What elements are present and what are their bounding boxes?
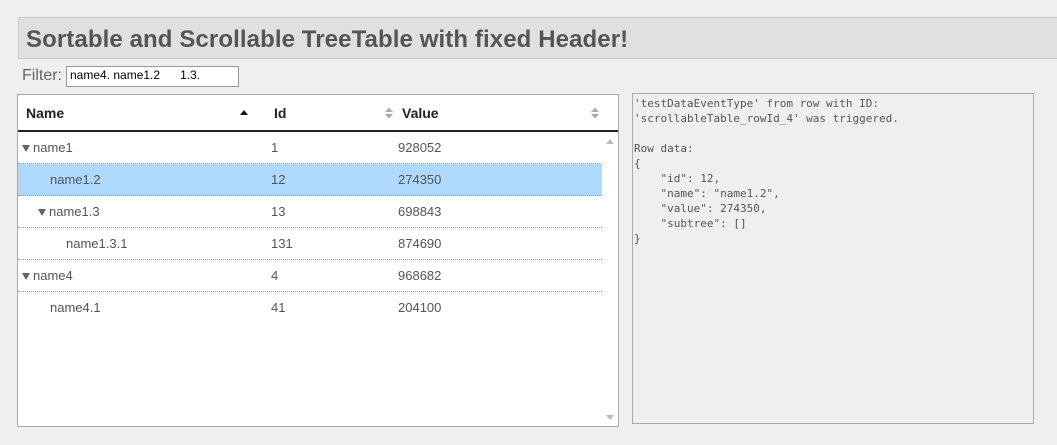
column-header-name[interactable]: Name: [18, 95, 265, 130]
column-header-id[interactable]: Id: [266, 95, 394, 130]
vertical-scrollbar[interactable]: [602, 132, 618, 426]
column-header-label: Id: [274, 105, 287, 121]
cell-value: 928052: [398, 140, 442, 155]
caret-down-icon[interactable]: [22, 273, 30, 280]
cell-value: 874690: [398, 236, 442, 251]
filter-row: Filter: name4. name1.2 1.3.: [22, 65, 239, 87]
table-row[interactable]: name4 4 968682: [18, 260, 602, 292]
row-name-label: name4.1: [50, 300, 101, 315]
filter-label: Filter:: [22, 67, 62, 84]
sort-both-icon: [591, 107, 599, 119]
table-row[interactable]: name1.3.1 131 874690: [18, 228, 602, 260]
column-header-value[interactable]: Value: [394, 95, 618, 130]
table-header: Name Id Value: [18, 95, 618, 132]
table-row[interactable]: name4.1 41 204100: [18, 292, 602, 324]
scroll-down-arrow-icon[interactable]: [606, 414, 614, 420]
cell-value: 204100: [398, 300, 442, 315]
cell-id: 41: [271, 300, 286, 315]
table-row[interactable]: name1.3 13 698843: [18, 196, 602, 228]
table-row[interactable]: name1.2 12 274350: [18, 164, 602, 196]
cell-id: 13: [271, 204, 286, 219]
page-title: Sortable and Scrollable TreeTable with f…: [26, 26, 629, 53]
scroll-up-arrow-icon[interactable]: [606, 139, 614, 145]
cell-value: 698843: [398, 204, 442, 219]
tree-table: Name Id Value name1 1 928052 name1.2 12 27435…: [17, 94, 619, 427]
cell-name: name1.3: [18, 196, 100, 227]
cell-name: name1.2: [18, 164, 101, 195]
caret-down-icon[interactable]: [22, 145, 30, 152]
cell-id: 1: [271, 140, 279, 155]
row-name-label: name1: [33, 140, 73, 155]
cell-name: name1.3.1: [18, 228, 127, 259]
cell-id: 12: [271, 172, 286, 187]
cell-id: 4: [271, 268, 279, 283]
cell-name: name4: [18, 260, 73, 291]
cell-name: name1: [18, 132, 73, 163]
row-name-label: name1.3: [49, 204, 100, 219]
title-bar: Sortable and Scrollable TreeTable with f…: [18, 17, 1057, 59]
row-name-label: name1.2: [50, 172, 101, 187]
cell-name: name4.1: [18, 292, 101, 323]
table-body: name1 1 928052 name1.2 12 274350 name1.3 13 6988…: [18, 132, 602, 324]
cell-id: 131: [271, 236, 293, 251]
event-log-text: 'testDataEventType' from row with ID: 's…: [634, 97, 899, 245]
row-name-label: name1.3.1: [66, 236, 128, 251]
sort-ascending-icon: [240, 110, 248, 115]
event-log-panel: 'testDataEventType' from row with ID: 's…: [632, 93, 1034, 424]
column-header-label: Name: [26, 105, 65, 121]
row-name-label: name4: [33, 268, 73, 283]
cell-value: 274350: [398, 172, 442, 187]
table-row[interactable]: name1 1 928052: [18, 132, 602, 164]
filter-input[interactable]: name4. name1.2 1.3.: [66, 65, 239, 87]
column-header-label: Value: [402, 105, 439, 121]
caret-down-icon[interactable]: [38, 209, 46, 216]
cell-value: 968682: [398, 268, 442, 283]
